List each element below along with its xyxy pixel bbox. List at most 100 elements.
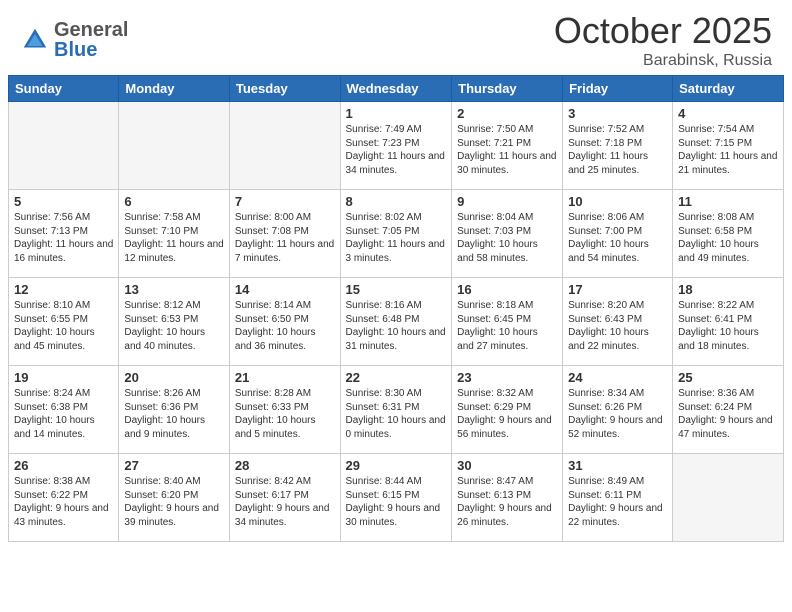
day-number: 1 bbox=[346, 106, 447, 121]
calendar-cell: 14 Sunrise: 8:14 AM Sunset: 6:50 PM Dayli… bbox=[229, 278, 340, 366]
day-number: 15 bbox=[346, 282, 447, 297]
calendar-cell: 24 Sunrise: 8:34 AM Sunset: 6:26 PM Dayli… bbox=[563, 366, 673, 454]
day-info: Sunrise: 8:47 AM Sunset: 6:13 PM Dayligh… bbox=[457, 475, 557, 529]
calendar-table: SundayMondayTuesdayWednesdayThursdayFrid… bbox=[8, 75, 784, 542]
day-info: Sunrise: 8:00 AM Sunset: 7:08 PM Dayligh… bbox=[235, 211, 335, 265]
day-info: Sunrise: 8:30 AM Sunset: 6:31 PM Dayligh… bbox=[346, 387, 447, 441]
month-title: October 2025 bbox=[554, 10, 772, 52]
day-info: Sunrise: 7:58 AM Sunset: 7:10 PM Dayligh… bbox=[124, 211, 224, 265]
calendar-cell: 4 Sunrise: 7:54 AM Sunset: 7:15 PM Daylig… bbox=[673, 102, 784, 190]
day-number: 25 bbox=[678, 370, 778, 385]
day-number: 22 bbox=[346, 370, 447, 385]
day-info: Sunrise: 8:38 AM Sunset: 6:22 PM Dayligh… bbox=[14, 475, 113, 529]
calendar-cell: 30 Sunrise: 8:47 AM Sunset: 6:13 PM Dayli… bbox=[452, 454, 563, 542]
calendar-cell bbox=[9, 102, 119, 190]
day-info: Sunrise: 7:56 AM Sunset: 7:13 PM Dayligh… bbox=[14, 211, 113, 265]
logo-general: General bbox=[54, 20, 128, 40]
day-info: Sunrise: 8:28 AM Sunset: 6:33 PM Dayligh… bbox=[235, 387, 335, 441]
day-info: Sunrise: 7:52 AM Sunset: 7:18 PM Dayligh… bbox=[568, 123, 667, 177]
day-number: 21 bbox=[235, 370, 335, 385]
calendar-cell: 26 Sunrise: 8:38 AM Sunset: 6:22 PM Dayli… bbox=[9, 454, 119, 542]
calendar-cell: 8Sunrise: 8:02 AM Sunset: 7:05 PM Daylig… bbox=[340, 190, 452, 278]
day-info: Sunrise: 8:14 AM Sunset: 6:50 PM Dayligh… bbox=[235, 299, 335, 353]
day-info: Sunrise: 8:18 AM Sunset: 6:45 PM Dayligh… bbox=[457, 299, 557, 353]
day-info: Sunrise: 8:36 AM Sunset: 6:24 PM Dayligh… bbox=[678, 387, 778, 441]
day-number: 30 bbox=[457, 458, 557, 473]
calendar-cell: 27Sunrise: 8:40 AM Sunset: 6:20 PM Dayli… bbox=[119, 454, 230, 542]
day-info: Sunrise: 8:44 AM Sunset: 6:15 PM Dayligh… bbox=[346, 475, 447, 529]
day-number: 10 bbox=[568, 194, 667, 209]
calendar-cell: 12Sunrise: 8:10 AM Sunset: 6:55 PM Dayli… bbox=[9, 278, 119, 366]
calendar-cell bbox=[229, 102, 340, 190]
day-info: Sunrise: 8:42 AM Sunset: 6:17 PM Dayligh… bbox=[235, 475, 335, 529]
logo-text: General Blue bbox=[54, 20, 128, 60]
calendar-cell: 10Sunrise: 8:06 AM Sunset: 7:00 PM Dayli… bbox=[563, 190, 673, 278]
day-number: 13 bbox=[124, 282, 224, 297]
title-block: October 2025 Barabinsk, Russia bbox=[554, 10, 772, 70]
weekday-header: Wednesday bbox=[340, 76, 452, 102]
calendar-cell: 6 Sunrise: 7:58 AM Sunset: 7:10 PM Daylig… bbox=[119, 190, 230, 278]
day-number: 11 bbox=[678, 194, 778, 209]
logo-blue: Blue bbox=[54, 40, 128, 60]
calendar-cell: 2 Sunrise: 7:50 AM Sunset: 7:21 PM Daylig… bbox=[452, 102, 563, 190]
day-number: 14 bbox=[235, 282, 335, 297]
day-number: 7 bbox=[235, 194, 335, 209]
calendar-cell bbox=[673, 454, 784, 542]
day-number: 6 bbox=[124, 194, 224, 209]
day-info: Sunrise: 7:50 AM Sunset: 7:21 PM Dayligh… bbox=[457, 123, 557, 177]
day-number: 9 bbox=[457, 194, 557, 209]
day-info: Sunrise: 8:32 AM Sunset: 6:29 PM Dayligh… bbox=[457, 387, 557, 441]
location: Barabinsk, Russia bbox=[554, 52, 772, 70]
day-number: 26 bbox=[14, 458, 113, 473]
day-info: Sunrise: 8:16 AM Sunset: 6:48 PM Dayligh… bbox=[346, 299, 447, 353]
weekday-header-row: SundayMondayTuesdayWednesdayThursdayFrid… bbox=[9, 76, 784, 102]
weekday-header: Saturday bbox=[673, 76, 784, 102]
weekday-header: Friday bbox=[563, 76, 673, 102]
logo-icon bbox=[20, 25, 50, 55]
day-number: 29 bbox=[346, 458, 447, 473]
calendar-cell: 21 Sunrise: 8:28 AM Sunset: 6:33 PM Dayli… bbox=[229, 366, 340, 454]
day-number: 2 bbox=[457, 106, 557, 121]
day-info: Sunrise: 8:02 AM Sunset: 7:05 PM Dayligh… bbox=[346, 211, 447, 265]
day-info: Sunrise: 8:26 AM Sunset: 6:36 PM Dayligh… bbox=[124, 387, 224, 441]
day-info: Sunrise: 8:34 AM Sunset: 6:26 PM Dayligh… bbox=[568, 387, 667, 441]
day-info: Sunrise: 8:24 AM Sunset: 6:38 PM Dayligh… bbox=[14, 387, 113, 441]
day-number: 18 bbox=[678, 282, 778, 297]
day-number: 23 bbox=[457, 370, 557, 385]
weekday-header: Monday bbox=[119, 76, 230, 102]
day-number: 28 bbox=[235, 458, 335, 473]
day-number: 3 bbox=[568, 106, 667, 121]
day-number: 24 bbox=[568, 370, 667, 385]
day-number: 19 bbox=[14, 370, 113, 385]
day-number: 31 bbox=[568, 458, 667, 473]
day-number: 27 bbox=[124, 458, 224, 473]
page-header: General Blue October 2025 Barabinsk, Rus… bbox=[0, 0, 792, 75]
weekday-header: Sunday bbox=[9, 76, 119, 102]
calendar-week-row: 1Sunrise: 7:49 AM Sunset: 7:23 PM Daylig… bbox=[9, 102, 784, 190]
calendar-week-row: 19 Sunrise: 8:24 AM Sunset: 6:38 PM Dayli… bbox=[9, 366, 784, 454]
calendar-cell: 23 Sunrise: 8:32 AM Sunset: 6:29 PM Dayli… bbox=[452, 366, 563, 454]
day-info: Sunrise: 8:20 AM Sunset: 6:43 PM Dayligh… bbox=[568, 299, 667, 353]
calendar-cell: 5 Sunrise: 7:56 AM Sunset: 7:13 PM Daylig… bbox=[9, 190, 119, 278]
calendar-cell: 18 Sunrise: 8:22 AM Sunset: 6:41 PM Dayli… bbox=[673, 278, 784, 366]
calendar-cell: 16Sunrise: 8:18 AM Sunset: 6:45 PM Dayli… bbox=[452, 278, 563, 366]
calendar-cell bbox=[119, 102, 230, 190]
calendar-cell: 11 Sunrise: 8:08 AM Sunset: 6:58 PM Dayli… bbox=[673, 190, 784, 278]
day-info: Sunrise: 8:49 AM Sunset: 6:11 PM Dayligh… bbox=[568, 475, 667, 529]
day-number: 12 bbox=[14, 282, 113, 297]
day-info: Sunrise: 8:04 AM Sunset: 7:03 PM Dayligh… bbox=[457, 211, 557, 265]
day-number: 4 bbox=[678, 106, 778, 121]
calendar-cell: 19 Sunrise: 8:24 AM Sunset: 6:38 PM Dayli… bbox=[9, 366, 119, 454]
day-info: Sunrise: 8:08 AM Sunset: 6:58 PM Dayligh… bbox=[678, 211, 778, 265]
day-number: 20 bbox=[124, 370, 224, 385]
day-info: Sunrise: 8:22 AM Sunset: 6:41 PM Dayligh… bbox=[678, 299, 778, 353]
day-number: 5 bbox=[14, 194, 113, 209]
calendar-cell: 7 Sunrise: 8:00 AM Sunset: 7:08 PM Daylig… bbox=[229, 190, 340, 278]
calendar-week-row: 12Sunrise: 8:10 AM Sunset: 6:55 PM Dayli… bbox=[9, 278, 784, 366]
day-info: Sunrise: 8:12 AM Sunset: 6:53 PM Dayligh… bbox=[124, 299, 224, 353]
calendar-week-row: 5 Sunrise: 7:56 AM Sunset: 7:13 PM Daylig… bbox=[9, 190, 784, 278]
calendar-cell: 9 Sunrise: 8:04 AM Sunset: 7:03 PM Daylig… bbox=[452, 190, 563, 278]
calendar-cell: 29 Sunrise: 8:44 AM Sunset: 6:15 PM Dayli… bbox=[340, 454, 452, 542]
day-info: Sunrise: 7:54 AM Sunset: 7:15 PM Dayligh… bbox=[678, 123, 778, 177]
calendar-cell: 15 Sunrise: 8:16 AM Sunset: 6:48 PM Dayli… bbox=[340, 278, 452, 366]
